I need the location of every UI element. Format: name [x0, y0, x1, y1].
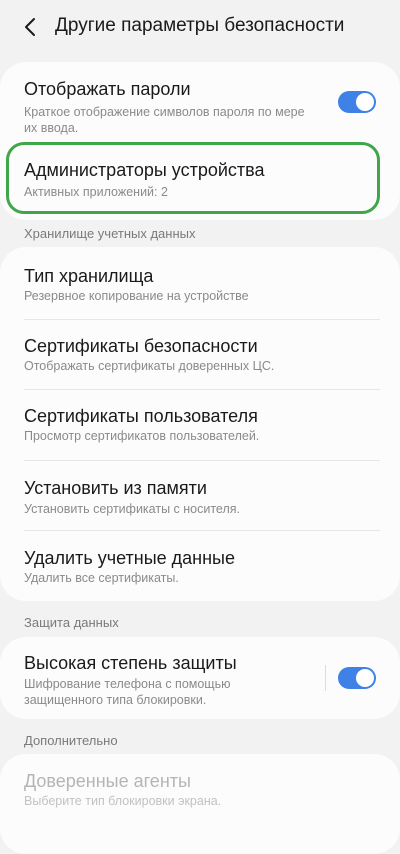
strong-protection-subtitle-1: Шифрование телефона с помощью [24, 677, 231, 691]
page-title: Другие параметры безопасности [55, 15, 345, 36]
strong-protection-subtitle-2: защищенного типа блокировки. [24, 693, 207, 707]
app-header: Другие параметры безопасности [0, 0, 400, 56]
clear-credentials-title: Удалить учетные данные [24, 548, 235, 568]
highlight-frame [6, 142, 380, 214]
trust-agents-subtitle: Выберите тип блокировки экрана. [24, 794, 222, 808]
install-from-storage-subtitle: Установить сертификаты с носителя. [24, 502, 241, 516]
show-passwords-subtitle-1: Краткое отображение символов пароля по м… [24, 105, 305, 119]
install-from-storage-title: Установить из памяти [24, 478, 207, 498]
security-certificates-item[interactable]: Сертификаты безопасности Отображать серт… [0, 320, 400, 389]
clear-credentials-subtitle: Удалить все сертификаты. [24, 571, 179, 585]
show-passwords-toggle[interactable] [338, 91, 376, 113]
show-passwords-item[interactable]: Отображать пароли Краткое отображение си… [0, 62, 400, 138]
security-certificates-title: Сертификаты безопасности [24, 336, 258, 356]
data-protection-section-label: Защита данных [24, 615, 119, 630]
security-certificates-subtitle: Отображать сертификаты доверенных ЦС. [24, 359, 275, 373]
data-protection-card: Высокая степень защиты Шифрование телефо… [0, 637, 400, 719]
user-certificates-item[interactable]: Сертификаты пользователя Просмотр сертиф… [0, 390, 400, 459]
clear-credentials-item[interactable]: Удалить учетные данные Удалить все серти… [0, 531, 400, 601]
toggle-knob [356, 93, 374, 111]
strong-protection-title: Высокая степень защиты [24, 653, 237, 673]
show-passwords-subtitle-2: их ввода. [24, 121, 79, 135]
strong-protection-toggle[interactable] [338, 667, 376, 689]
show-passwords-title: Отображать пароли [24, 79, 191, 99]
toggle-separator [325, 665, 326, 691]
advanced-card: Доверенные агенты Выберите тип блокировк… [0, 754, 400, 854]
install-from-storage-item[interactable]: Установить из памяти Установить сертифик… [0, 461, 400, 530]
user-certificates-title: Сертификаты пользователя [24, 406, 258, 426]
user-certificates-subtitle: Просмотр сертификатов пользователей. [24, 429, 260, 443]
trust-agents-title: Доверенные агенты [24, 771, 191, 791]
toggle-knob [356, 669, 374, 687]
credential-storage-section-label: Хранилище учетных данных [24, 226, 196, 241]
storage-type-subtitle: Резервное копирование на устройстве [24, 289, 249, 303]
back-arrow-icon[interactable] [22, 16, 40, 38]
strong-protection-item[interactable]: Высокая степень защиты Шифрование телефо… [0, 637, 400, 719]
storage-type-item[interactable]: Тип хранилища Резервное копирование на у… [0, 247, 400, 318]
credential-storage-card: Тип хранилища Резервное копирование на у… [0, 247, 400, 601]
trust-agents-item: Доверенные агенты Выберите тип блокировк… [0, 754, 400, 824]
advanced-section-label: Дополнительно [24, 733, 118, 748]
storage-type-title: Тип хранилища [24, 266, 154, 286]
